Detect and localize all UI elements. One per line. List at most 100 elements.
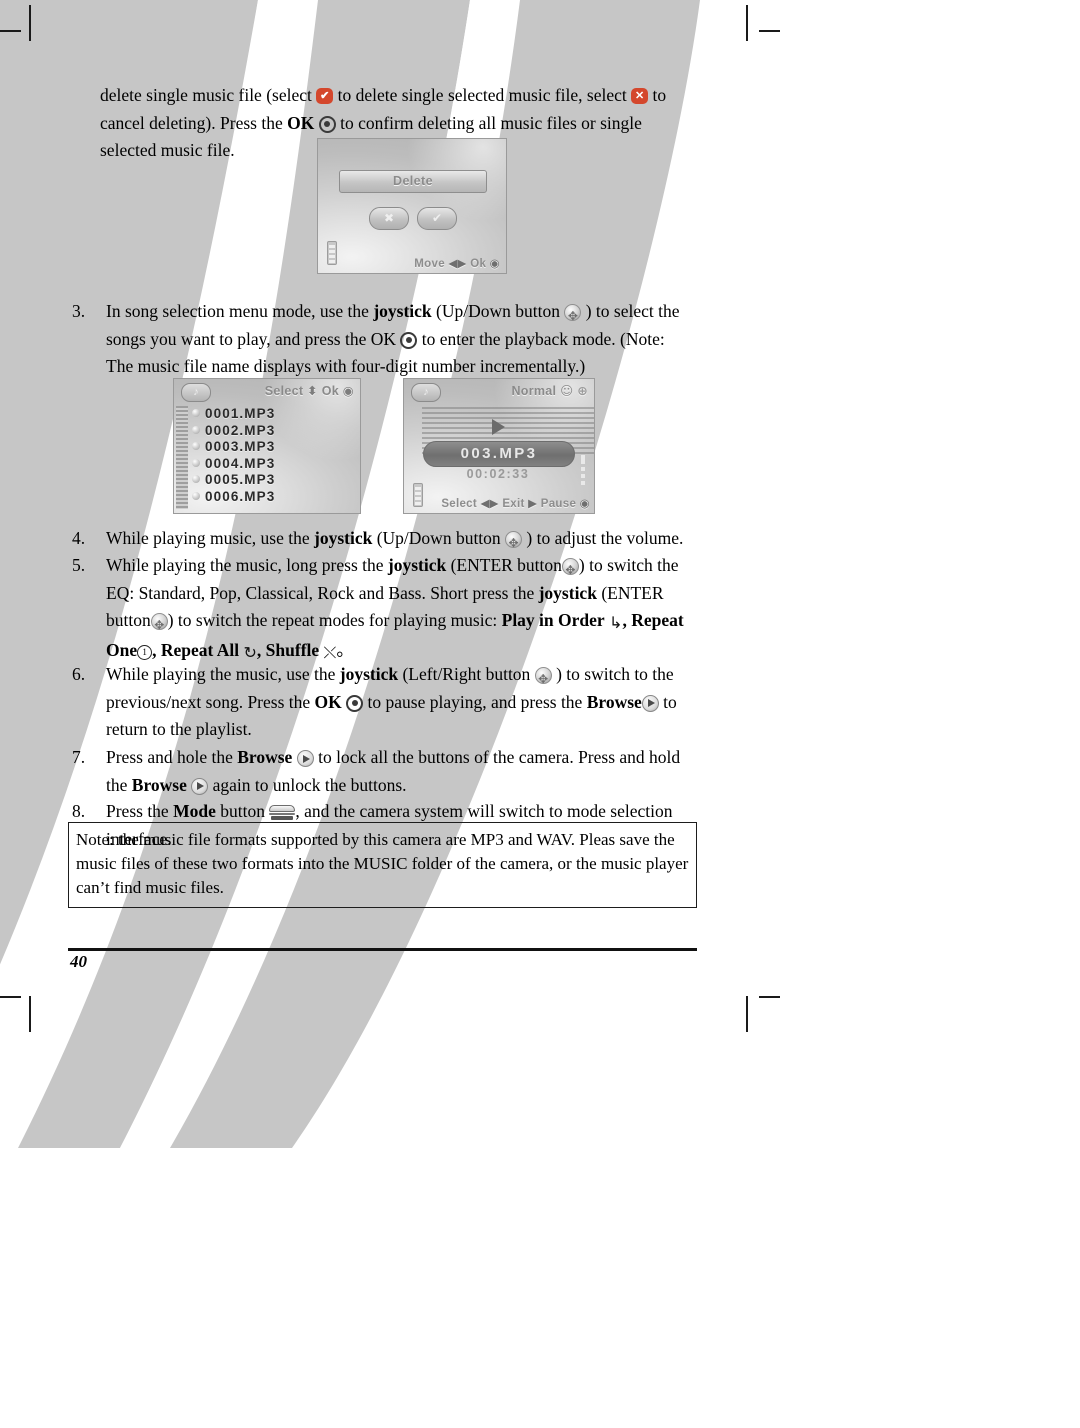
music-note-icon: ♪ bbox=[411, 383, 441, 402]
battery-icon: ⊕ bbox=[577, 383, 588, 398]
joystick-leftright-icon bbox=[534, 666, 552, 694]
song-file-name: 0002.MP3 bbox=[205, 422, 276, 438]
step-5-number: 5. bbox=[72, 555, 86, 575]
step-5-text-e: ) to switch the repeat modes for playing… bbox=[167, 610, 498, 630]
step-6-text-a: While playing the music, use the bbox=[106, 664, 336, 684]
intro-text-b: to delete single selected music file, se… bbox=[337, 85, 627, 105]
joystick-bold-label: joystick bbox=[314, 528, 373, 548]
ok-dot-icon: ◉ bbox=[489, 256, 500, 270]
mode-button-icon bbox=[269, 805, 296, 821]
music-note-bullet-icon bbox=[192, 475, 200, 483]
list-item[interactable]: 0001.MP3 bbox=[192, 406, 357, 423]
play-in-order-label: Play in Order bbox=[501, 610, 605, 630]
battery-indicator-icon bbox=[413, 483, 423, 507]
song-file-name: 0006.MP3 bbox=[205, 488, 276, 504]
joystick-enter-icon bbox=[561, 557, 579, 585]
footer-ok-label: Ok bbox=[470, 258, 487, 270]
browse-bold-label: Browse bbox=[586, 691, 642, 712]
joystick-updown-icon bbox=[505, 530, 523, 558]
list-item[interactable]: 0004.MP3 bbox=[192, 456, 357, 473]
ok-bold-label: OK bbox=[314, 691, 342, 712]
delete-screen-footer: Move ◀▶ Ok ◉ bbox=[414, 256, 500, 270]
play-in-order-icon: ↳ bbox=[609, 613, 623, 632]
step-6-text-d: to pause playing, and press the bbox=[367, 691, 583, 712]
list-item[interactable]: 0003.MP3 bbox=[192, 439, 357, 456]
list-item[interactable]: 0005.MP3 bbox=[192, 472, 357, 489]
list-item[interactable]: 0006.MP3 bbox=[192, 489, 357, 506]
note-box: Note: the music file formats supported b… bbox=[68, 822, 697, 908]
ok-label: Ok bbox=[321, 384, 339, 398]
play-mode-label: Normal bbox=[511, 384, 557, 398]
song-list-hint: Select ⬍ Ok ◉ bbox=[265, 383, 354, 398]
crop-mark-top-left-vertical bbox=[29, 5, 31, 41]
step-7-text-c: again to unlock the buttons. bbox=[212, 774, 407, 795]
ok-button-icon bbox=[400, 331, 418, 349]
mode-bold-label: Mode bbox=[173, 801, 216, 821]
joystick-bold-label: joystick bbox=[339, 664, 399, 684]
footer-pause-label: Pause bbox=[540, 498, 577, 510]
song-list[interactable]: 0001.MP3 0002.MP3 0003.MP3 0004.MP3 0005.MP3… bbox=[192, 406, 357, 511]
music-note-bullet-icon bbox=[192, 491, 200, 500]
crop-mark-bottom-right-horizontal bbox=[759, 996, 780, 998]
screen-sheen bbox=[318, 139, 506, 273]
select-label: Select bbox=[264, 384, 304, 398]
exit-arrow-icon: ▶ bbox=[528, 496, 538, 510]
joystick-updown-icon bbox=[564, 303, 582, 331]
repeat-mode-icon: ☺ bbox=[560, 383, 574, 398]
ok-dot-icon: ◉ bbox=[342, 383, 354, 398]
cancel-cross-icon: ✕ bbox=[631, 88, 649, 104]
step-7-text-a: Press and hole the bbox=[106, 747, 233, 767]
left-right-arrows-icon: ◀▶ bbox=[480, 496, 499, 510]
song-file-name: 0004.MP3 bbox=[205, 455, 276, 471]
volume-indicator bbox=[581, 455, 585, 493]
updown-arrow-icon: ⬍ bbox=[307, 383, 318, 398]
delete-cancel-button[interactable]: ✖ bbox=[369, 207, 409, 230]
step-4-paragraph: While playing music, use the joystick (U… bbox=[106, 525, 692, 558]
step-5-text-a: While playing the music, long press the bbox=[106, 555, 384, 575]
step-6-paragraph: While playing the music, use the joystic… bbox=[106, 661, 692, 744]
music-note-bullet-icon bbox=[192, 458, 200, 467]
delete-confirm-button[interactable]: ✔ bbox=[417, 207, 457, 230]
page-number: 40 bbox=[70, 952, 87, 971]
current-track-pill: 003.MP3 bbox=[423, 441, 575, 467]
step-5-paragraph: While playing the music, long press the … bbox=[106, 552, 692, 666]
browse-button-icon bbox=[641, 694, 659, 712]
pause-dot-icon: ◉ bbox=[579, 496, 590, 510]
music-note-icon: ♪ bbox=[181, 383, 211, 402]
song-file-name: 0005.MP3 bbox=[205, 472, 276, 487]
elapsed-time: 00:02:33 bbox=[466, 467, 530, 481]
playback-mode-hint: Normal ☺ ⊕ bbox=[511, 383, 588, 398]
music-note-bullet-icon bbox=[192, 442, 200, 450]
crop-mark-bottom-left-vertical bbox=[29, 996, 31, 1032]
joystick-bold-label: joystick bbox=[387, 555, 447, 575]
lcd-screen-delete-dialog: Delete ✖ ✔ Move ◀▶ Ok ◉ bbox=[317, 138, 507, 274]
step-4-text-b: (Up/Down button bbox=[376, 528, 501, 548]
footer-move-label: Move bbox=[414, 258, 445, 270]
repeat-all-label: , Repeat All bbox=[152, 639, 240, 660]
playback-footer: Select ◀▶ Exit ▶ Pause ◉ bbox=[428, 496, 590, 510]
ok-button-icon bbox=[346, 694, 364, 712]
lcd-screen-playback: ♪ Normal ☺ ⊕ 003.MP3 00:02:33 Select ◀▶ … bbox=[403, 378, 595, 514]
step-7-paragraph: Press and hole the Browse to lock all th… bbox=[106, 744, 692, 799]
song-list-header: ♪ Select ⬍ Ok ◉ bbox=[174, 379, 360, 405]
left-right-arrows-icon: ◀▶ bbox=[448, 256, 467, 270]
music-note-bullet-icon bbox=[192, 425, 200, 434]
battery-indicator-icon bbox=[327, 241, 337, 265]
play-triangle-icon bbox=[492, 419, 505, 435]
list-item[interactable]: 0002.MP3 bbox=[192, 423, 357, 440]
crop-mark-top-right-vertical bbox=[746, 5, 748, 41]
delete-title-label: Delete bbox=[393, 174, 433, 188]
step-3-text-a: In song selection menu mode, use the bbox=[106, 301, 369, 321]
intro-text-d: deleting). Press the bbox=[149, 112, 283, 133]
song-file-name: 0003.MP3 bbox=[205, 439, 276, 454]
manual-page: delete single music file (select ✔ to de… bbox=[0, 0, 1080, 1428]
repeat-one-icon: 1 bbox=[137, 644, 153, 660]
step-7-number: 7. bbox=[72, 747, 86, 767]
lcd-screen-song-list: ♪ Select ⬍ Ok ◉ 0001.MP3 0002.MP3 0003.MP3… bbox=[173, 378, 361, 514]
browse-button-icon bbox=[191, 777, 209, 795]
browse-bold-label: Browse bbox=[237, 747, 293, 767]
playback-header: ♪ Normal ☺ ⊕ bbox=[404, 379, 594, 405]
step-4-text-a: While playing music, use the bbox=[106, 528, 310, 548]
shuffle-label: , Shuffle bbox=[256, 639, 320, 660]
crop-mark-bottom-left-horizontal bbox=[0, 996, 21, 998]
